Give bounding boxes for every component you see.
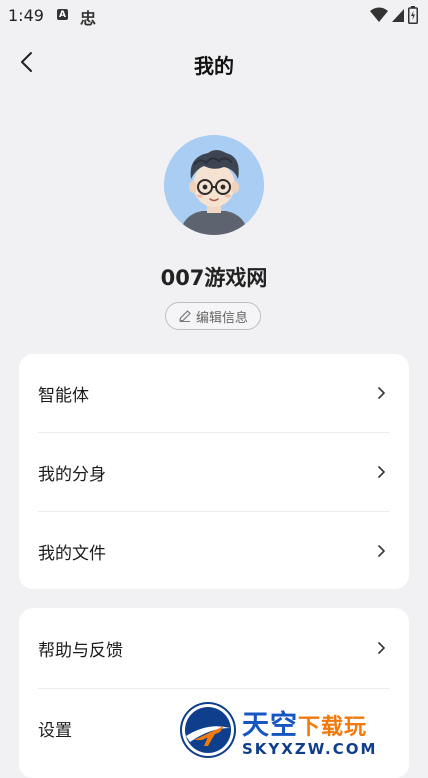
signal-icon — [392, 9, 404, 22]
status-indicators — [370, 6, 418, 24]
menu-item-label: 帮助与反馈 — [38, 640, 123, 661]
chevron-right-icon — [378, 387, 385, 399]
menu-item-agents[interactable]: 智能体 — [38, 354, 390, 432]
battery-icon — [408, 6, 418, 24]
menu-item-label: 我的分身 — [38, 464, 106, 485]
edit-info-label: 编辑信息 — [195, 310, 248, 326]
nav-bar: 我的 — [0, 42, 428, 82]
menu-item-label: 我的文件 — [38, 543, 106, 564]
menu-item-my-files[interactable]: 我的文件 — [38, 511, 390, 590]
watermark-text: 天空下载玩 SKYXZW.COM — [242, 703, 377, 758]
watermark-subtitle: SKYXZW.COM — [242, 739, 378, 758]
watermark-logo: 天空下载玩 SKYXZW.COM — [180, 700, 428, 760]
status-bar: 1:49 A 忠 — [0, 0, 428, 30]
menu-item-help-feedback[interactable]: 帮助与反馈 — [38, 608, 390, 688]
profile-name: 007游戏网 — [160, 266, 268, 290]
menu-card-primary: 智能体 我的分身 我的文件 — [19, 354, 409, 589]
menu-item-my-avatar[interactable]: 我的分身 — [38, 432, 390, 511]
chevron-right-icon — [378, 642, 385, 654]
menu-item-label: 智能体 — [38, 385, 89, 406]
pencil-icon — [179, 310, 191, 322]
watermark-title-main: 天空 — [242, 709, 298, 741]
status-time: 1:49 — [8, 6, 44, 25]
watermark-plane-icon — [180, 702, 236, 758]
notification-app-icon: 忠 — [80, 9, 97, 28]
notification-a-icon: A — [57, 9, 68, 20]
edit-info-button[interactable]: 编辑信息 — [165, 302, 261, 330]
wifi-icon — [370, 7, 388, 22]
watermark-title: 天空下载玩 — [242, 703, 377, 742]
avatar-illustration — [164, 135, 264, 235]
avatar[interactable] — [164, 135, 264, 235]
page-title: 我的 — [194, 54, 234, 78]
watermark-title-accent: 下载玩 — [298, 714, 368, 740]
menu-item-label: 设置 — [38, 720, 72, 741]
chevron-right-icon — [378, 545, 385, 557]
chevron-right-icon — [378, 466, 385, 478]
